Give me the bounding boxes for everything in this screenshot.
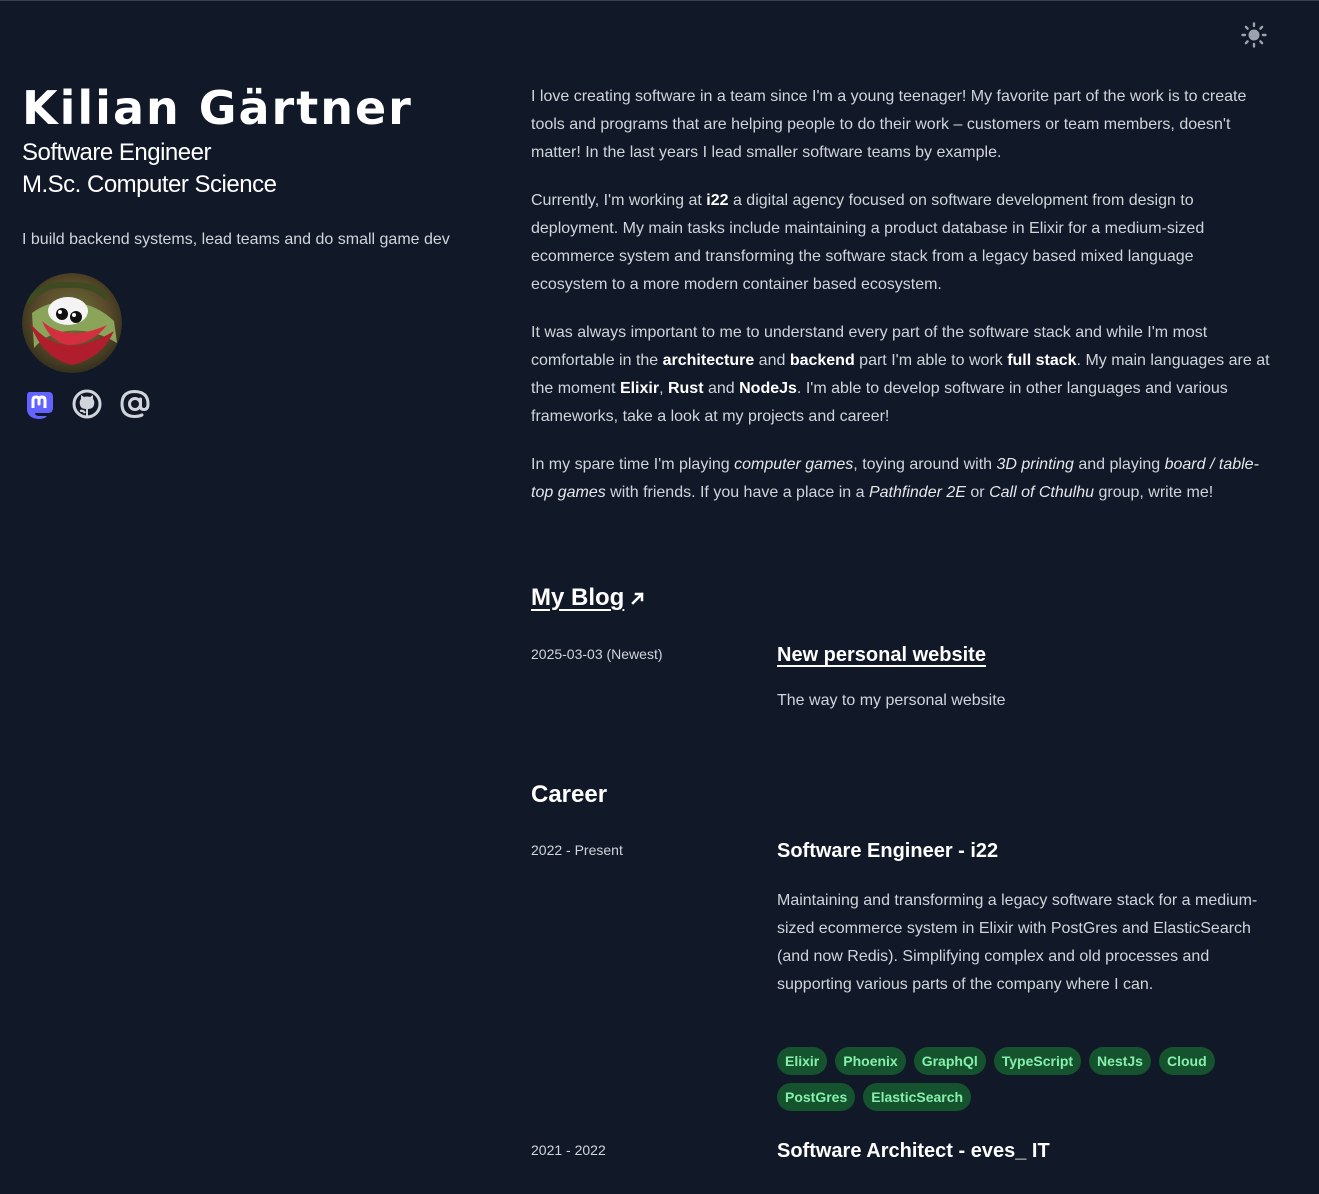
- email-link[interactable]: [118, 387, 152, 421]
- blog-title: My Blog: [531, 584, 625, 611]
- career-entry-description: Maintaining and transforming a legacy so…: [777, 892, 1258, 993]
- skill-tag: NestJs: [1089, 1047, 1151, 1075]
- about-paragraph: It was always important to me to underst…: [531, 324, 1270, 425]
- theme-toggle-button[interactable]: [1238, 19, 1270, 51]
- blog-link[interactable]: My Blog: [531, 584, 646, 612]
- avatar: [22, 273, 122, 373]
- mastodon-icon: [27, 392, 53, 419]
- blog-entry-title-link[interactable]: New personal website: [777, 644, 986, 667]
- github-link[interactable]: [70, 387, 104, 421]
- skill-tag: TypeScript: [993, 1047, 1082, 1075]
- about-paragraph: Currently, I'm working at i22 a digital …: [531, 192, 1205, 293]
- skill-tag: ElasticSearch: [863, 1083, 972, 1111]
- sun-icon: [1241, 22, 1267, 48]
- skill-tag: GraphQl: [913, 1047, 986, 1075]
- page: Kilian Gärtner Software Engineer M.Sc. C…: [0, 0, 1319, 1194]
- profile-role: Software Engineer: [22, 139, 211, 166]
- profile-column: Kilian Gärtner Software Engineer M.Sc. C…: [22, 79, 492, 421]
- profile-name: Kilian Gärtner: [22, 81, 413, 135]
- career-entry-tags: Elixir Phoenix GraphQl TypeScript NestJs…: [777, 1047, 1267, 1111]
- blog-entry-summary: The way to my personal website: [777, 692, 1006, 709]
- career-entry-date: 2021 - 2022: [531, 1142, 606, 1158]
- skill-tag: Cloud: [1158, 1047, 1215, 1075]
- blog-entry-date: 2025-03-03 (Newest): [531, 646, 663, 662]
- skill-tag: Phoenix: [835, 1047, 906, 1075]
- about-paragraph: In my spare time I'm playing computer ga…: [531, 456, 1259, 501]
- career-entry-title: Software Engineer - i22: [777, 840, 999, 862]
- arrow-up-right-icon: [631, 592, 645, 605]
- skill-tag: PostGres: [777, 1083, 856, 1111]
- social-links: [22, 387, 492, 421]
- about-paragraph: I love creating software in a team since…: [531, 88, 1247, 161]
- profile-degree: M.Sc. Computer Science: [22, 171, 277, 198]
- skill-tag: Elixir: [777, 1047, 828, 1075]
- profile-tagline: I build backend systems, lead teams and …: [22, 231, 450, 248]
- at-icon: [120, 389, 150, 419]
- career-entry-date: 2022 - Present: [531, 842, 623, 858]
- career-entry-title: Software Architect - eves_ IT: [777, 1140, 1050, 1162]
- mastodon-link[interactable]: [22, 387, 56, 421]
- career-title: Career: [531, 781, 608, 808]
- about-section: I love creating software in a team since…: [531, 83, 1271, 527]
- github-icon: [72, 389, 102, 419]
